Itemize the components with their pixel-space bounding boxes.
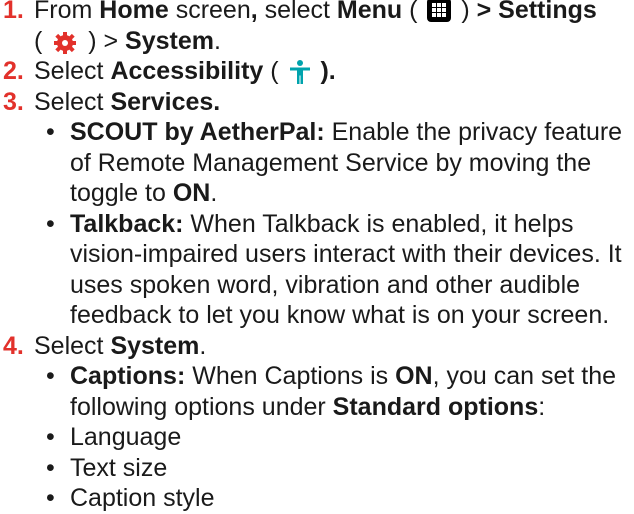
step-bold: System bbox=[110, 331, 200, 360]
caption-option-label: Language bbox=[70, 423, 182, 451]
step-text: ( bbox=[263, 57, 286, 85]
step-text: . bbox=[199, 331, 207, 360]
step-number: 2. bbox=[3, 57, 24, 85]
bullet: • bbox=[46, 423, 55, 451]
instructions-document: 1. From Home screen, select Menu ( ) > S… bbox=[0, 0, 634, 514]
system-text: When Captions is bbox=[185, 362, 396, 390]
system-text: : bbox=[538, 392, 546, 421]
service-bold: ON bbox=[172, 179, 211, 207]
caption-option-label: Text size bbox=[70, 453, 168, 482]
step-text: ) bbox=[454, 0, 477, 24]
step-3: 3. Select Services. bbox=[0, 87, 634, 118]
step-text: ) > bbox=[81, 26, 126, 55]
step-bold: System bbox=[125, 26, 214, 55]
caption-option-label: Caption style bbox=[70, 484, 215, 512]
step-1: 1. From Home screen, select Menu ( ) > S… bbox=[0, 0, 634, 56]
step-bold: Home bbox=[99, 0, 169, 24]
step-number: 4. bbox=[3, 331, 24, 360]
step-bold: ). bbox=[313, 57, 336, 85]
step-text: Select bbox=[34, 87, 111, 116]
step-text: ( bbox=[402, 0, 425, 24]
step-bold: , bbox=[250, 0, 258, 24]
bullet: • bbox=[46, 484, 55, 512]
service-item-talkback: • Talkback: When Talkback is enabled, it… bbox=[0, 209, 634, 331]
bullet: • bbox=[46, 362, 55, 390]
step-number: 1. bbox=[3, 0, 24, 24]
menu-grid-icon bbox=[427, 0, 452, 22]
step-text: Select bbox=[34, 57, 111, 85]
step-text: . bbox=[214, 26, 221, 55]
system-bold: Standard options bbox=[332, 392, 539, 421]
system-item-captions: • Captions: When Captions is ON, you can… bbox=[0, 361, 634, 422]
step-text: Select bbox=[34, 331, 111, 360]
caption-option: • Text size bbox=[0, 453, 634, 484]
accessibility-icon bbox=[289, 60, 310, 84]
step-text: ( bbox=[34, 26, 50, 55]
service-item-scout: • SCOUT by AetherPal: Enable the privacy… bbox=[0, 117, 634, 209]
step-4: 4. Select System. bbox=[0, 331, 634, 362]
caption-option: • Caption style bbox=[0, 483, 634, 514]
bullet: • bbox=[46, 118, 55, 146]
bullet: • bbox=[46, 453, 55, 482]
step-text: select bbox=[257, 0, 337, 24]
system-bold: ON bbox=[395, 362, 433, 390]
caption-option: • Language bbox=[0, 422, 634, 453]
step-text: screen bbox=[168, 0, 251, 24]
step-bold: Menu bbox=[336, 0, 403, 24]
service-title: SCOUT by AetherPal: bbox=[70, 118, 325, 146]
step-bold: Accessibility bbox=[110, 57, 264, 85]
settings-gear-icon bbox=[54, 31, 77, 54]
bullet: • bbox=[46, 209, 55, 238]
service-title: Talkback: bbox=[70, 209, 184, 238]
step-number: 3. bbox=[3, 87, 24, 116]
step-bold: > Settings bbox=[476, 0, 597, 24]
step-2: 2. Select Accessibility ( ). bbox=[0, 56, 634, 87]
step-bold: Services. bbox=[110, 87, 221, 116]
service-text: . bbox=[210, 179, 218, 207]
step-text: From bbox=[34, 0, 100, 24]
system-title: Captions: bbox=[70, 362, 186, 390]
